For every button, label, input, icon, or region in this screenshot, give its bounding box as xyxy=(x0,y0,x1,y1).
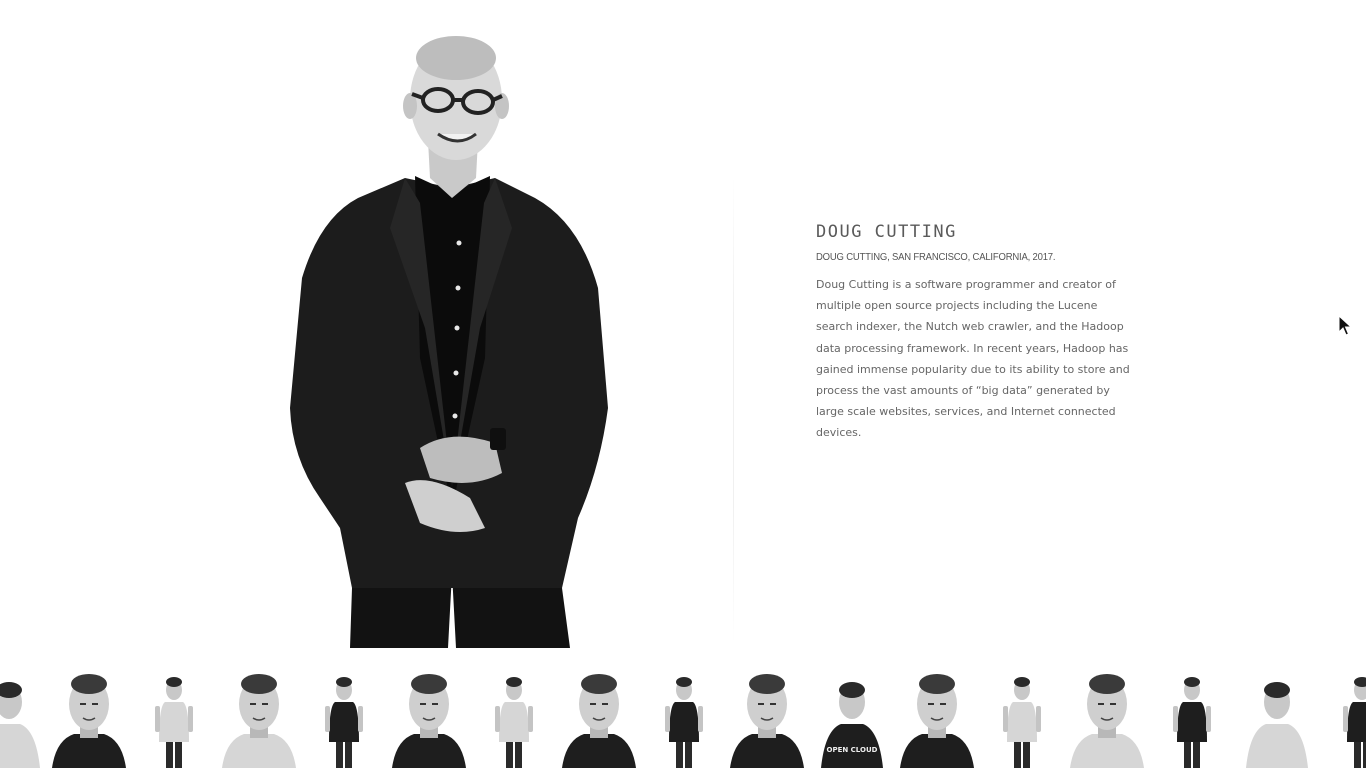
portrait-thumbnail[interactable] xyxy=(475,670,553,768)
thumbnail-image xyxy=(0,670,48,768)
portrait-thumbnail[interactable] xyxy=(645,670,723,768)
thumbnail-image: OPEN CLOUD xyxy=(813,670,891,768)
portrait-thumbnail[interactable] xyxy=(50,670,128,768)
thumbnail-image xyxy=(220,670,298,768)
person-name: DOUG CUTTING xyxy=(816,222,957,242)
portrait-thumbnail[interactable] xyxy=(0,670,48,768)
thumbnail-image xyxy=(135,670,213,768)
thumbnail-image xyxy=(645,670,723,768)
column-divider xyxy=(733,175,734,645)
feature-area: DOUG CUTTING DOUG CUTTING, SAN FRANCISCO… xyxy=(0,0,1366,660)
portrait-thumbnail[interactable] xyxy=(390,670,468,768)
portrait-thumbnail[interactable] xyxy=(728,670,806,768)
main-portrait xyxy=(280,28,620,648)
portrait-carousel: OPEN CLOUD xyxy=(0,660,1366,768)
thumbnail-image xyxy=(1153,670,1231,768)
thumbnail-image xyxy=(898,670,976,768)
shirt-text: OPEN CLOUD xyxy=(827,746,878,754)
portrait-thumbnail[interactable] xyxy=(1323,670,1366,768)
thumbnail-image xyxy=(983,670,1061,768)
thumbnail-image xyxy=(1068,670,1146,768)
portrait-thumbnail[interactable] xyxy=(560,670,638,768)
photo-caption: DOUG CUTTING, SAN FRANCISCO, CALIFORNIA,… xyxy=(816,252,1056,263)
portrait-thumbnail[interactable] xyxy=(983,670,1061,768)
mouse-pointer-icon xyxy=(1338,315,1352,336)
thumbnail-image xyxy=(475,670,553,768)
portrait-thumbnail[interactable] xyxy=(1153,670,1231,768)
portrait-thumbnail[interactable] xyxy=(1068,670,1146,768)
portrait-thumbnail[interactable] xyxy=(135,670,213,768)
thumbnail-image xyxy=(305,670,383,768)
portrait-thumbnail[interactable] xyxy=(898,670,976,768)
thumbnail-image xyxy=(50,670,128,768)
thumbnail-image xyxy=(390,670,468,768)
portrait-thumbnail[interactable] xyxy=(305,670,383,768)
portrait-thumbnail[interactable] xyxy=(220,670,298,768)
person-info: DOUG CUTTING DOUG CUTTING, SAN FRANCISCO… xyxy=(816,222,1131,444)
portrait-image xyxy=(290,36,608,648)
thumbnail-image xyxy=(560,670,638,768)
portrait-thumbnail[interactable]: OPEN CLOUD xyxy=(813,670,891,768)
person-bio: Doug Cutting is a software programmer an… xyxy=(816,278,1130,440)
thumbnail-image xyxy=(1323,670,1366,768)
thumbnail-image xyxy=(1238,670,1316,768)
portrait-thumbnail[interactable] xyxy=(1238,670,1316,768)
thumbnail-image xyxy=(728,670,806,768)
